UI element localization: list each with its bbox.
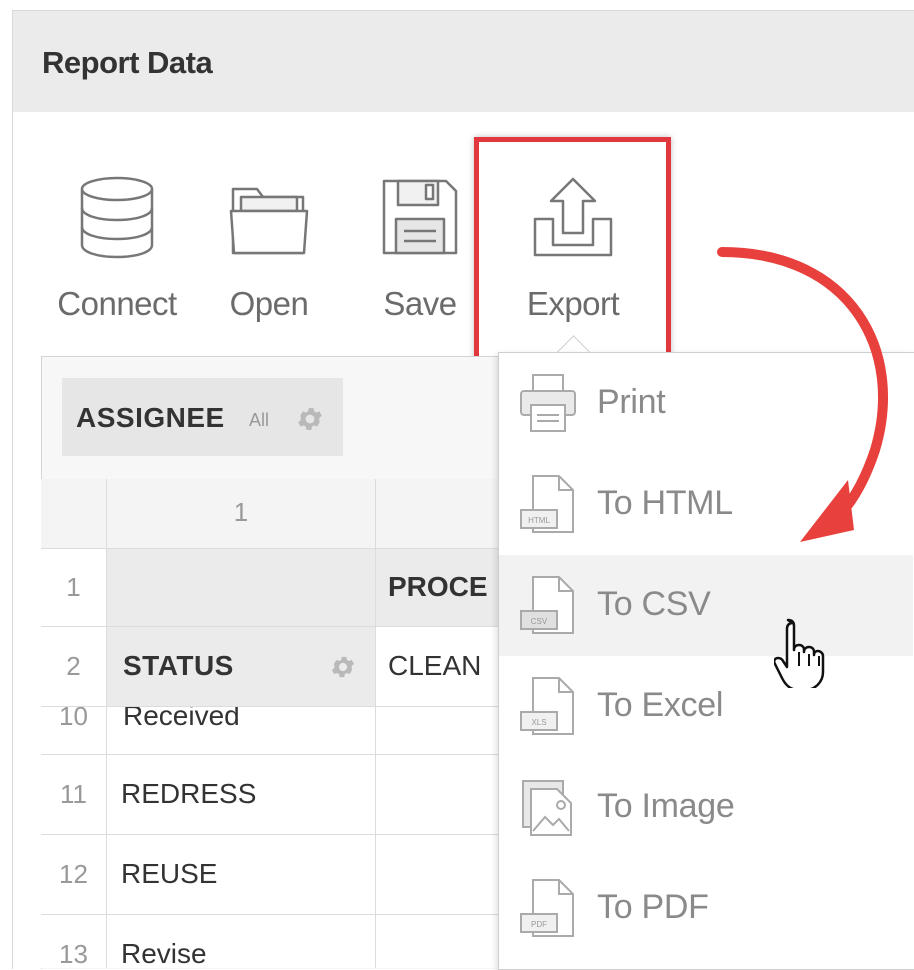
row-number: 10	[41, 707, 107, 755]
table-cell[interactable]	[376, 915, 501, 968]
row-number: 2	[41, 627, 107, 707]
column-header[interactable]: 1	[107, 479, 376, 549]
csv-file-icon: CSV	[520, 576, 574, 634]
connect-button[interactable]: Connect	[46, 175, 188, 323]
gear-icon[interactable]	[329, 653, 357, 681]
hand-cursor-icon	[774, 618, 825, 688]
printer-icon	[520, 374, 576, 432]
open-button[interactable]: Open	[219, 175, 319, 323]
table-cell[interactable]: REUSE	[107, 835, 376, 915]
svg-text:PDF: PDF	[531, 920, 547, 929]
pdf-file-icon: PDF	[520, 879, 574, 937]
table-cell[interactable]: PROCE	[376, 549, 501, 627]
image-file-icon	[522, 780, 572, 836]
floppy-disk-icon	[382, 179, 458, 255]
folder-icon	[229, 187, 309, 255]
panel-header: Report Data	[13, 11, 914, 112]
column-header[interactable]	[376, 479, 501, 549]
status-header-label: STATUS	[123, 650, 234, 681]
menu-item-csv[interactable]: CSV To CSV	[499, 555, 913, 656]
svg-text:HTML: HTML	[528, 516, 550, 525]
panel-title: Report Data	[42, 45, 213, 80]
row-number: 1	[41, 549, 107, 627]
assignee-filter[interactable]: ASSIGNEE All	[62, 378, 343, 456]
table-cell[interactable]: CLEAN	[376, 627, 501, 707]
menu-item-excel[interactable]: XLS To Excel	[499, 656, 913, 757]
connect-label: Connect	[57, 285, 177, 322]
menu-item-label: To CSV	[597, 585, 711, 623]
annotation-arrow-icon	[717, 247, 888, 542]
row-number: 12	[41, 835, 107, 915]
save-label: Save	[383, 285, 457, 322]
menu-item-label: To Excel	[597, 686, 724, 724]
menu-item-pdf[interactable]: PDF To PDF	[499, 858, 913, 959]
table-cell[interactable]: Revise	[107, 915, 376, 968]
data-table: 1 1 PROCE 2 STATUS CLEAN 10 Received 11 …	[41, 479, 501, 968]
table-cell[interactable]: Received	[107, 707, 376, 755]
row-number: 11	[41, 755, 107, 835]
database-icon	[80, 176, 154, 259]
menu-item-label: To PDF	[597, 888, 709, 926]
row-number: 13	[41, 915, 107, 968]
table-cell[interactable]	[376, 835, 501, 915]
save-button[interactable]: Save	[370, 175, 470, 323]
excel-file-icon: XLS	[520, 677, 574, 735]
table-cell[interactable]: REDRESS	[107, 755, 376, 835]
table-cell[interactable]	[376, 755, 501, 835]
svg-text:CSV: CSV	[531, 617, 548, 626]
open-label: Open	[229, 285, 309, 322]
menu-item-label: Print	[597, 383, 666, 421]
menu-item-label: To Image	[597, 787, 735, 825]
filter-label: ASSIGNEE	[76, 402, 225, 433]
gear-icon[interactable]	[295, 404, 325, 439]
svg-text:XLS: XLS	[531, 718, 546, 727]
html-file-icon: HTML	[520, 475, 574, 533]
export-highlight-box	[474, 137, 671, 365]
table-cell[interactable]	[107, 549, 376, 627]
table-cell[interactable]	[376, 707, 501, 755]
corner-cell	[41, 479, 107, 549]
table-cell[interactable]: STATUS	[107, 627, 376, 707]
menu-item-image[interactable]: To Image	[499, 757, 913, 858]
filter-value: All	[249, 410, 270, 430]
